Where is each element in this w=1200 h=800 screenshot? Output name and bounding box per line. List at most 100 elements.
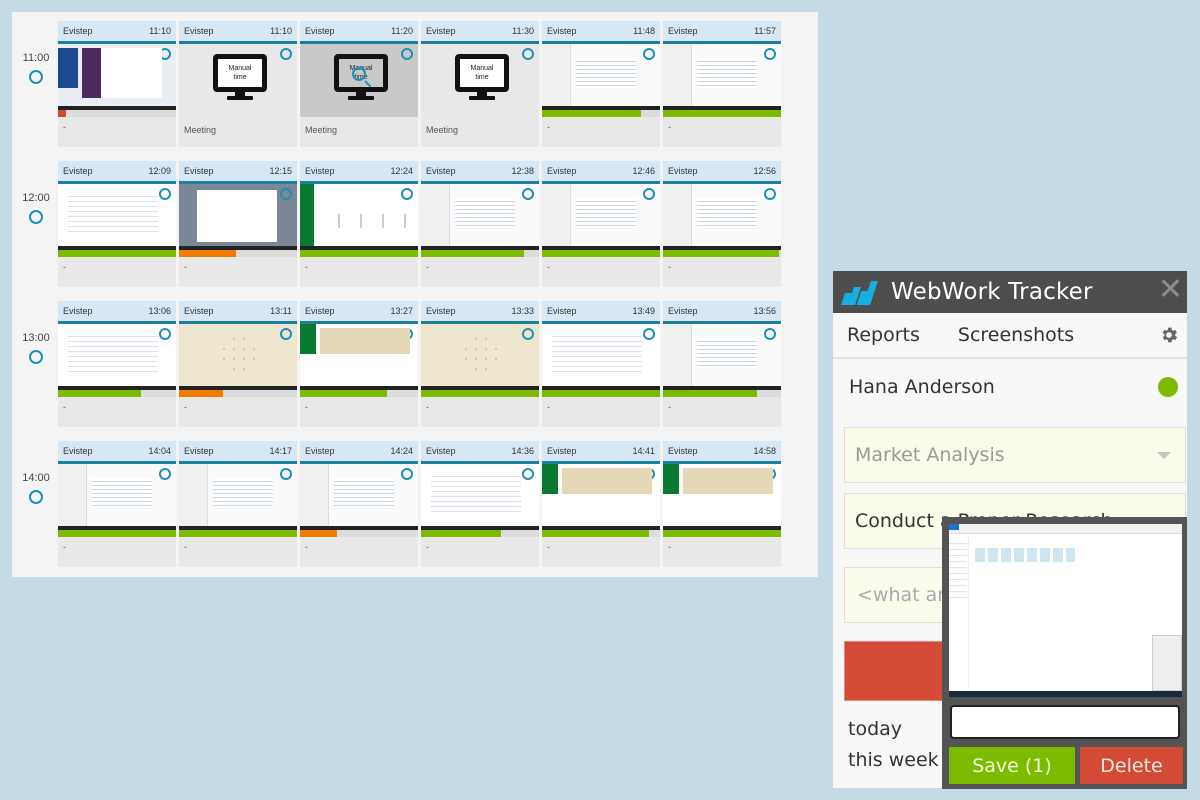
select-circle-icon[interactable] <box>159 328 171 340</box>
screenshot-thumbnail[interactable] <box>421 184 539 250</box>
select-circle-icon[interactable] <box>280 48 292 60</box>
screenshot-card[interactable]: Evistep 11:10 Manual time Meeting <box>179 21 297 147</box>
screenshot-thumbnail[interactable] <box>179 324 297 390</box>
screenshot-card[interactable]: Evistep 12:38 - <box>421 161 539 287</box>
nav-screenshots[interactable]: Screenshots <box>958 324 1074 346</box>
card-header: Evistep 12:09 <box>58 161 176 184</box>
select-hour-circle-icon[interactable] <box>29 210 43 224</box>
screenshot-thumbnail[interactable] <box>58 464 176 530</box>
card-time: 11:10 <box>149 26 171 36</box>
screenshot-thumbnail[interactable] <box>542 464 660 530</box>
screenshot-card[interactable]: Evistep 13:27 - <box>300 301 418 427</box>
select-circle-icon[interactable] <box>159 188 171 200</box>
select-circle-icon[interactable] <box>764 468 776 480</box>
screenshot-card[interactable]: Evistep 12:09 - <box>58 161 176 287</box>
screenshot-card[interactable]: Evistep 13:11 - <box>179 301 297 427</box>
manual-time-thumbnail[interactable]: Manual time <box>300 44 418 117</box>
screenshot-thumbnail[interactable] <box>58 184 176 250</box>
screenshot-thumbnail[interactable] <box>300 184 418 250</box>
manual-time-thumbnail[interactable]: Manual time <box>179 44 297 117</box>
select-circle-icon[interactable] <box>764 328 776 340</box>
screenshot-thumbnail[interactable] <box>542 324 660 390</box>
hour-label: 11:00 <box>22 52 50 64</box>
select-circle-icon[interactable] <box>401 188 413 200</box>
screenshot-card[interactable]: Evistep 12:56 - <box>663 161 781 287</box>
screenshot-thumbnail[interactable] <box>179 464 297 530</box>
select-circle-icon[interactable] <box>280 468 292 480</box>
screenshot-card[interactable]: Evistep 11:10 - <box>58 21 176 147</box>
screenshot-thumbnail[interactable] <box>663 44 781 110</box>
select-circle-icon[interactable] <box>522 48 534 60</box>
screenshot-card[interactable]: Evistep 14:24 - <box>300 441 418 567</box>
close-icon[interactable]: ✕ <box>1158 275 1183 305</box>
screenshot-card[interactable]: Evistep 13:06 - <box>58 301 176 427</box>
screenshot-card[interactable]: Evistep 14:04 - <box>58 441 176 567</box>
screenshot-thumbnail[interactable] <box>300 324 418 390</box>
activity-bar-fill <box>58 390 141 397</box>
select-circle-icon[interactable] <box>643 468 655 480</box>
screenshot-card[interactable]: Evistep 13:56 - <box>663 301 781 427</box>
card-project: Evistep <box>668 446 698 456</box>
taskbar <box>421 386 539 390</box>
screenshot-thumbnail[interactable] <box>663 184 781 250</box>
card-header: Evistep 11:20 <box>300 21 418 44</box>
select-circle-icon[interactable] <box>643 48 655 60</box>
screenshot-thumbnail[interactable] <box>663 464 781 530</box>
card-time: 13:33 <box>511 306 534 316</box>
gear-icon[interactable] <box>1159 325 1179 345</box>
card-project: Evistep <box>547 446 577 456</box>
select-circle-icon[interactable] <box>159 468 171 480</box>
screenshot-card[interactable]: Evistep 14:17 - <box>179 441 297 567</box>
nav-reports[interactable]: Reports <box>847 324 920 346</box>
screenshot-card[interactable]: Evistep 13:49 - <box>542 301 660 427</box>
screenshot-thumbnail[interactable] <box>421 464 539 530</box>
select-hour-circle-icon[interactable] <box>29 350 43 364</box>
select-circle-icon[interactable] <box>643 188 655 200</box>
project-select[interactable]: Market Analysis <box>844 427 1186 483</box>
card-time: 11:20 <box>391 26 413 36</box>
screenshot-card[interactable]: Evistep 14:36 - <box>421 441 539 567</box>
screenshot-thumbnail[interactable] <box>421 324 539 390</box>
card-project: Evistep <box>305 306 335 316</box>
screenshot-thumbnail[interactable] <box>179 184 297 250</box>
screenshot-card[interactable]: Evistep 12:46 - <box>542 161 660 287</box>
screenshot-thumbnail[interactable] <box>542 44 660 110</box>
manual-time-thumbnail[interactable]: Manual time <box>421 44 539 117</box>
delete-button[interactable]: Delete <box>1080 747 1183 784</box>
select-circle-icon[interactable] <box>522 328 534 340</box>
select-circle-icon[interactable] <box>280 328 292 340</box>
magnifier-icon[interactable] <box>352 67 366 81</box>
select-circle-icon[interactable] <box>643 328 655 340</box>
select-circle-icon[interactable] <box>522 468 534 480</box>
screenshot-thumbnail[interactable] <box>300 464 418 530</box>
screenshot-card[interactable]: Evistep 12:15 - <box>179 161 297 287</box>
taskbar <box>179 526 297 530</box>
screenshot-thumbnail[interactable] <box>542 184 660 250</box>
screenshot-card[interactable]: Evistep 12:24 - <box>300 161 418 287</box>
card-time: 13:06 <box>148 306 171 316</box>
select-hour-circle-icon[interactable] <box>29 490 43 504</box>
screenshot-card[interactable]: Evistep 14:41 - <box>542 441 660 567</box>
card-note: - <box>668 122 671 132</box>
screenshot-thumbnail[interactable] <box>58 324 176 390</box>
screenshot-thumbnail[interactable] <box>58 44 176 110</box>
screenshot-card[interactable]: Evistep 13:33 - <box>421 301 539 427</box>
screenshot-card[interactable]: Evistep 11:57 - <box>663 21 781 147</box>
taskbar <box>179 386 297 390</box>
select-circle-icon[interactable] <box>401 468 413 480</box>
select-circle-icon[interactable] <box>522 188 534 200</box>
select-hour-circle-icon[interactable] <box>29 70 43 84</box>
select-circle-icon[interactable] <box>401 48 413 60</box>
screenshot-card[interactable]: Evistep 11:48 - <box>542 21 660 147</box>
select-circle-icon[interactable] <box>764 48 776 60</box>
screenshot-thumbnail[interactable] <box>663 324 781 390</box>
screenshot-card[interactable]: Evistep 11:20 Manual time Meeting <box>300 21 418 147</box>
screenshot-card[interactable]: Evistep 11:30 Manual time Meeting <box>421 21 539 147</box>
select-circle-icon[interactable] <box>401 328 413 340</box>
save-button[interactable]: Save (1) <box>949 747 1075 784</box>
select-circle-icon[interactable] <box>159 48 171 60</box>
screenshot-card[interactable]: Evistep 14:58 - <box>663 441 781 567</box>
select-circle-icon[interactable] <box>280 188 292 200</box>
select-circle-icon[interactable] <box>764 188 776 200</box>
screenshot-note-input[interactable] <box>950 705 1180 739</box>
